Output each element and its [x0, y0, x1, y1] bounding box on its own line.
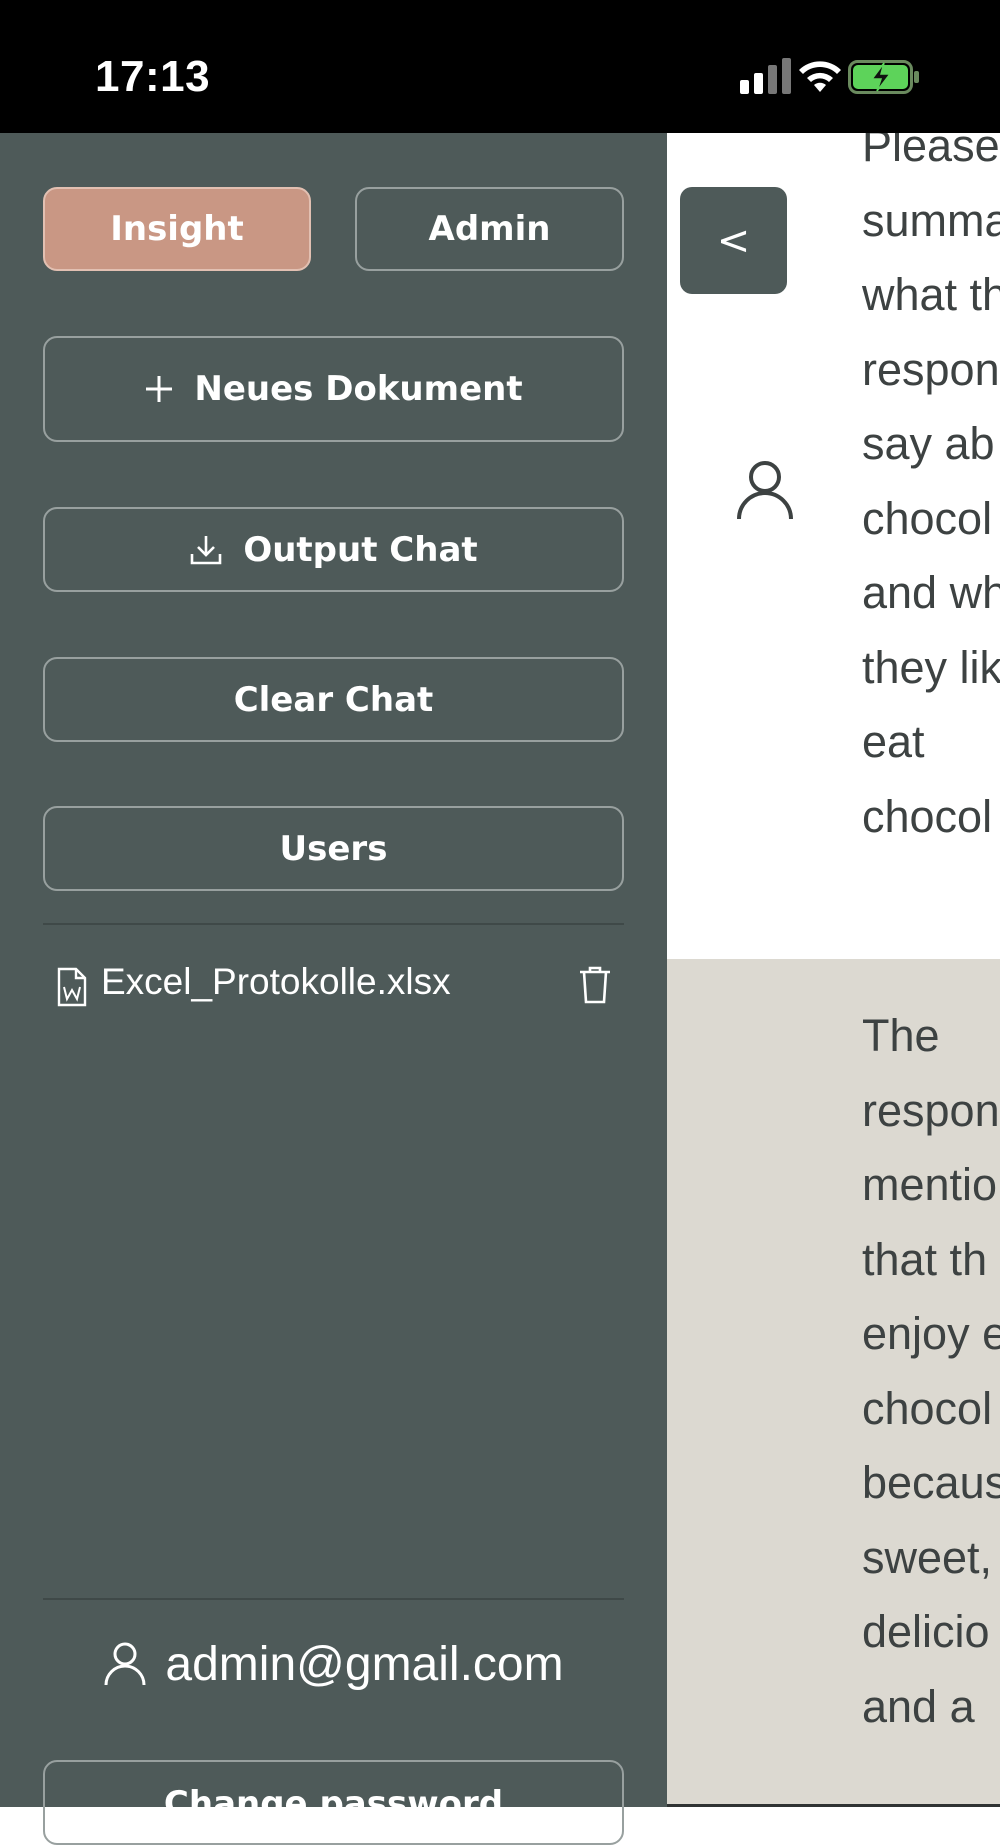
output-chat-button[interactable]: Output Chat — [43, 507, 624, 592]
file-list-item[interactable]: Excel_Protokolle.xlsx — [43, 953, 624, 1023]
word-file-icon — [57, 967, 87, 1007]
users-button[interactable]: Users — [43, 806, 624, 891]
status-time: 17:13 — [95, 52, 211, 101]
change-password-label: Change password — [163, 1784, 504, 1824]
status-bar: 17:13 — [0, 0, 1000, 133]
chevron-left-icon: < — [716, 217, 751, 264]
clear-chat-button[interactable]: Clear Chat — [43, 657, 624, 742]
account-info: admin@gmail.com — [43, 1629, 624, 1699]
download-icon — [189, 534, 223, 566]
insight-tab-label: Insight — [110, 209, 244, 249]
wifi-icon — [799, 61, 841, 92]
chat-area: < Please summa what th respon say ab cho… — [667, 133, 1000, 1807]
plus-icon — [144, 374, 174, 404]
user-message: < Please summa what th respon say ab cho… — [667, 133, 1000, 959]
output-chat-label: Output Chat — [243, 529, 478, 570]
divider — [43, 923, 624, 925]
new-document-label: Neues Dokument — [194, 369, 523, 409]
user-icon — [104, 1642, 146, 1686]
admin-tab-button[interactable]: Admin — [355, 187, 624, 271]
user-message-text: Please summa what th respon say ab choco… — [862, 133, 1000, 842]
collapse-sidebar-button[interactable]: < — [680, 187, 787, 294]
insight-tab-button[interactable]: Insight — [43, 187, 311, 271]
signal-icon — [740, 58, 791, 94]
account-email: admin@gmail.com — [165, 1637, 564, 1691]
admin-tab-label: Admin — [428, 209, 551, 249]
new-document-button[interactable]: Neues Dokument — [43, 336, 624, 442]
assistant-message-text: The respon mentio that th enjoy e chocol… — [862, 1010, 1000, 1732]
user-avatar-icon — [737, 461, 793, 520]
divider — [43, 1598, 624, 1600]
change-password-button[interactable]: Change password — [43, 1760, 624, 1845]
assistant-message: The respon mentio that th enjoy e chocol… — [667, 959, 1000, 1807]
trash-icon[interactable] — [578, 965, 612, 1005]
battery-charging-icon — [848, 60, 919, 94]
users-label: Users — [279, 828, 388, 869]
sidebar: Insight Admin Neues Dokument Output Chat… — [0, 133, 667, 1845]
file-name: Excel_Protokolle.xlsx — [101, 961, 451, 1002]
clear-chat-label: Clear Chat — [233, 679, 434, 720]
